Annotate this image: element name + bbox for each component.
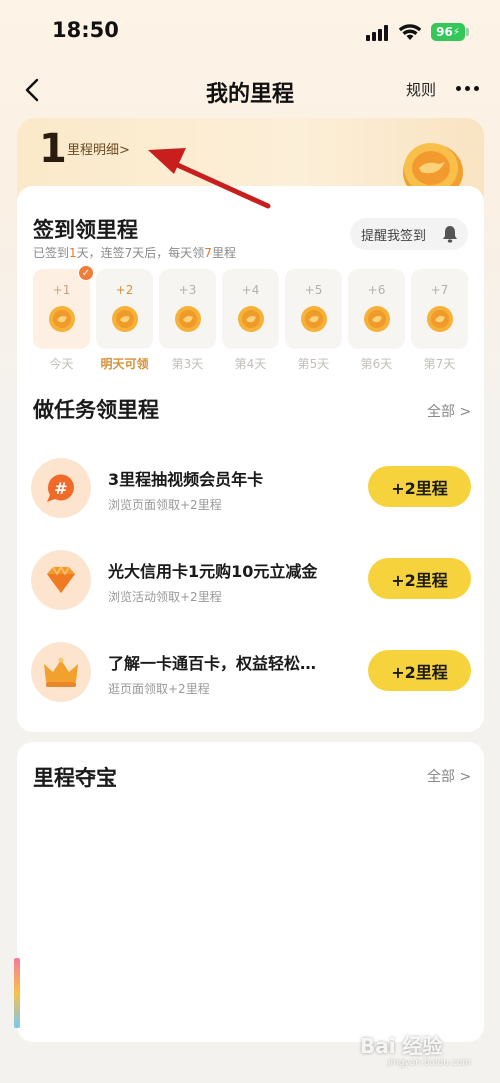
crown-icon [31,642,91,702]
day-reward: +6 [367,283,386,297]
task-title: 了解一卡通百卡，权益轻松… [108,654,317,673]
day-cell: +5 [285,269,342,349]
day-label: 第3天 [171,357,204,371]
task-item[interactable]: # 3里程抽视频会员年卡 浏览页面领取+2里程 +2里程 [17,454,484,524]
watermark-logo: Bai 经验 [360,1034,443,1058]
page: 18:50 96 ⚡ 我的里程 规则 1 里程明细> 签到领里程 已签到1天，连… [0,0,500,1083]
daily-reward: 7 [204,246,212,260]
signin-title: 签到领里程 [33,218,138,242]
signed-days: 1 [69,246,77,260]
remind-signin-button[interactable]: 提醒我签到 [350,218,468,250]
annotation-arrow-icon [148,148,271,209]
nav-bar: 我的里程 规则 [0,66,500,114]
side-decoration [14,958,20,1028]
wifi-icon [398,24,422,40]
remind-signin-label: 提醒我签到 [361,228,427,244]
watermark-url: jingyan.baidu.com [388,1058,472,1068]
coin-icon [364,306,390,332]
day-label: 第4天 [234,357,267,371]
treasure-title: 里程夺宝 [33,766,117,790]
signin-subtitle-part: 天，连签7天后，每天领 [76,246,205,260]
signal-icon [366,25,388,41]
signin-day-row: +1 ✓ 今天 +2 明天可领 +3 第3天 +4 第4天 +5 第5天 +6 … [33,265,473,371]
coin-icon [238,306,264,332]
treasure-all-link[interactable]: 全部 > [427,766,471,786]
task-title: 光大信用卡1元购10元立减金 [108,562,318,581]
coin-icon [427,306,453,332]
checked-icon: ✓ [78,265,94,281]
day-label: 第6天 [360,357,393,371]
signin-subtitle: 已签到1天，连签7天后，每天领7里程 [33,244,236,261]
task-claim-button[interactable]: +2里程 [368,558,471,599]
coin-icon [112,306,138,332]
day-cell: +7 [411,269,468,349]
day-reward: +7 [430,283,449,297]
coin-icon [49,306,75,332]
day-reward: +5 [304,283,323,297]
task-claim-button[interactable]: +2里程 [368,650,471,691]
day-label: 今天 [49,357,74,371]
battery-icon: 96 ⚡ [431,23,465,41]
day-label: 第7天 [423,357,456,371]
coin-icon [175,306,201,332]
battery-level: 96 [436,25,453,39]
day-reward: +3 [178,283,197,297]
day-label: 明天可领 [100,357,149,371]
treasure-card: 里程夺宝 全部 > [17,742,484,1042]
coin-icon [301,306,327,332]
signin-subtitle-part: 里程 [211,246,236,260]
task-subtitle: 浏览活动领取+2里程 [108,590,222,604]
diamond-icon [31,550,91,610]
tasks-all-link[interactable]: 全部 > [427,401,471,421]
svg-text:#: # [54,479,67,498]
hashtag-bubble-icon: # [31,458,91,518]
task-subtitle: 浏览页面领取+2里程 [108,498,222,512]
day-cell: +3 [159,269,216,349]
day-reward: +2 [115,283,134,297]
main-card: 签到领里程 已签到1天，连签7天后，每天领7里程 提醒我签到 +1 ✓ 今天 +… [17,186,484,732]
rules-link[interactable]: 规则 [406,79,436,100]
mileage-count: 1 [39,126,67,172]
task-title: 3里程抽视频会员年卡 [108,470,264,489]
signin-subtitle-part: 已签到 [33,246,70,260]
bell-icon [443,226,457,243]
status-bar: 18:50 96 ⚡ [0,0,500,66]
mileage-detail-link[interactable]: 里程明细> [67,139,130,158]
more-icon[interactable] [456,86,484,94]
task-subtitle: 逛页面领取+2里程 [108,682,210,696]
day-cell: +6 [348,269,405,349]
day-reward: +1 [52,283,71,297]
status-time: 18:50 [52,18,119,42]
day-cell: +1 ✓ [33,265,94,349]
day-label: 第5天 [297,357,330,371]
day-cell: +4 [222,269,279,349]
tasks-title: 做任务领里程 [33,398,159,422]
task-claim-button[interactable]: +2里程 [368,466,471,507]
battery-tip [466,28,469,36]
day-cell: +2 [96,269,153,349]
task-item[interactable]: 了解一卡通百卡，权益轻松… 逛页面领取+2里程 +2里程 [17,638,484,708]
task-item[interactable]: 光大信用卡1元购10元立减金 浏览活动领取+2里程 +2里程 [17,546,484,616]
day-reward: +4 [241,283,260,297]
